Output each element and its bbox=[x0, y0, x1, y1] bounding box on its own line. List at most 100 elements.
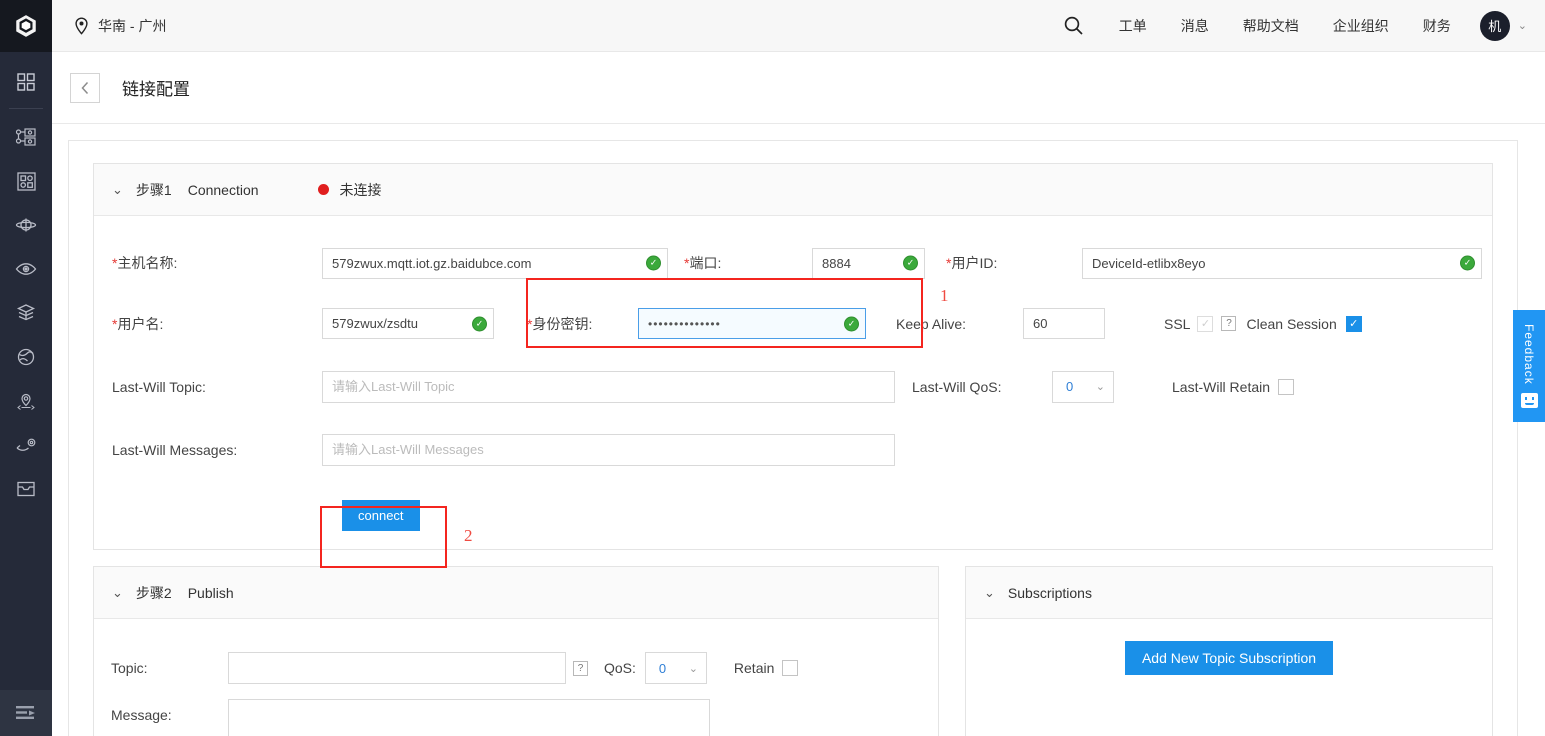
search-button[interactable] bbox=[1045, 15, 1102, 36]
sidebar-item-visibility[interactable] bbox=[0, 247, 52, 291]
step2-panel: ⌄ 步骤2 Publish Topic: ? QoS: 0 ⌄ Retain M… bbox=[93, 566, 939, 736]
step2-body: Topic: ? QoS: 0 ⌄ Retain Message: bbox=[94, 619, 938, 736]
sidebar-item-dashboard[interactable] bbox=[0, 60, 52, 104]
step1-body: *主机名称: ✓ *端口: ✓ *用户ID: bbox=[94, 216, 1492, 568]
lastwill-qos-label: Last-Will QoS: bbox=[912, 378, 1002, 395]
global-saturn-icon bbox=[15, 218, 37, 232]
avatar: 机 bbox=[1479, 10, 1510, 41]
feedback-label: Feedback bbox=[1522, 324, 1536, 385]
step1-header[interactable]: ⌄ 步骤1 Connection 未连接 bbox=[94, 164, 1492, 216]
nav-item-tickets[interactable]: 工单 bbox=[1102, 0, 1164, 52]
nav-item-finance[interactable]: 财务 bbox=[1406, 0, 1468, 52]
grid-dashboard-icon bbox=[17, 73, 35, 91]
chevron-down-icon: ⌄ bbox=[112, 584, 123, 600]
lastwill-topic-label: Last-Will Topic: bbox=[112, 378, 206, 395]
lastwill-messages-label: Last-Will Messages: bbox=[112, 441, 238, 458]
smiley-face-icon bbox=[1520, 392, 1538, 408]
ssl-label: SSL bbox=[1164, 315, 1191, 332]
check-circle-icon: ✓ bbox=[646, 255, 661, 271]
userid-input[interactable] bbox=[1082, 247, 1482, 279]
lastwill-messages-input[interactable] bbox=[322, 433, 895, 466]
sidebar-item-database[interactable] bbox=[0, 291, 52, 335]
expand-menu-icon bbox=[16, 706, 35, 719]
page-title: 链接配置 bbox=[122, 80, 190, 99]
sidebar-item-global-saturn[interactable] bbox=[0, 203, 52, 247]
keepalive-input[interactable] bbox=[1023, 308, 1105, 339]
step2-header[interactable]: ⌄ 步骤2 Publish bbox=[94, 567, 938, 619]
add-topic-subscription-button[interactable]: Add New Topic Subscription bbox=[1124, 641, 1334, 675]
password-label: *身份密钥: bbox=[527, 315, 593, 332]
status-dot-icon bbox=[317, 184, 329, 195]
chevron-down-icon: ⌄ bbox=[984, 584, 995, 600]
publish-qos-select[interactable]: 0 ⌄ bbox=[644, 652, 707, 684]
publish-message-row: Message: bbox=[94, 699, 938, 736]
sidebar-item-qr-device[interactable] bbox=[0, 159, 52, 203]
lastwill-topic-input[interactable] bbox=[322, 370, 895, 403]
top-header-bar: 华南 - 广州 工单 消息 帮助文档 企业组织 财务 机 ⌄ bbox=[52, 0, 1545, 52]
app-logo[interactable] bbox=[0, 0, 52, 52]
sidebar-item-inbox[interactable] bbox=[0, 467, 52, 511]
publish-qos-label: QoS: bbox=[604, 660, 636, 676]
subscriptions-title: Subscriptions bbox=[1007, 584, 1092, 601]
check-circle-icon: ✓ bbox=[903, 255, 918, 271]
username-label: *用户名: bbox=[112, 315, 164, 332]
sidebar-item-globe[interactable] bbox=[0, 335, 52, 379]
publish-message-textarea[interactable] bbox=[228, 699, 710, 736]
step1-name: Connection bbox=[187, 181, 259, 198]
form-row-4: Last-Will Messages: bbox=[94, 418, 1492, 481]
publish-topic-help-icon[interactable]: ? bbox=[573, 660, 588, 676]
ssl-checkbox[interactable]: ✓ bbox=[1197, 315, 1214, 332]
subscriptions-header[interactable]: ⌄ Subscriptions bbox=[966, 567, 1492, 619]
chevron-left-icon bbox=[81, 81, 89, 94]
clean-session-checkbox[interactable]: ✓ bbox=[1345, 315, 1362, 332]
region-selector[interactable]: 华南 - 广州 bbox=[74, 16, 166, 36]
top-nav: 工单 消息 帮助文档 企业组织 财务 机 ⌄ bbox=[1045, 0, 1545, 52]
nav-item-help-docs[interactable]: 帮助文档 bbox=[1226, 0, 1316, 52]
publish-qos-value: 0 bbox=[658, 660, 667, 676]
publish-topic-input[interactable] bbox=[228, 652, 566, 684]
publish-retain-checkbox[interactable] bbox=[782, 660, 799, 676]
username-field-wrap: ✓ bbox=[322, 308, 494, 339]
host-label: *主机名称: bbox=[112, 255, 178, 271]
publish-message-label: Message: bbox=[111, 707, 172, 723]
back-button[interactable] bbox=[70, 72, 100, 103]
step1-panel: ⌄ 步骤1 Connection 未连接 *主机名称: ✓ bbox=[93, 163, 1493, 568]
qr-device-icon bbox=[16, 171, 36, 191]
lastwill-retain-label: Last-Will Retain bbox=[1172, 378, 1271, 395]
inbox-archive-icon bbox=[17, 481, 35, 497]
userid-field-wrap: ✓ bbox=[1082, 247, 1482, 279]
lastwill-retain-group: Last-Will Retain bbox=[1172, 378, 1295, 395]
ssl-help-icon[interactable]: ? bbox=[1221, 316, 1237, 331]
subscriptions-body: Add New Topic Subscription bbox=[966, 619, 1492, 697]
sidebar-collapse-toggle[interactable] bbox=[0, 690, 52, 736]
password-input[interactable] bbox=[638, 308, 866, 339]
nav-item-organization[interactable]: 企业组织 bbox=[1316, 0, 1406, 52]
step2-name: Publish bbox=[187, 584, 234, 601]
port-field-wrap: ✓ bbox=[812, 247, 925, 279]
sidebar-item-location-tracking[interactable] bbox=[0, 379, 52, 423]
user-menu[interactable]: 机 ⌄ bbox=[1479, 10, 1527, 41]
publish-topic-label: Topic: bbox=[111, 660, 148, 676]
bottom-panels: ⌄ 步骤2 Publish Topic: ? QoS: 0 ⌄ Retain M… bbox=[93, 566, 1493, 736]
annotation-number-2: 2 bbox=[464, 526, 473, 545]
database-stack-icon bbox=[16, 304, 36, 321]
sidebar-item-device-network[interactable] bbox=[0, 115, 52, 159]
nav-item-messages[interactable]: 消息 bbox=[1164, 0, 1226, 52]
keepalive-field-wrap bbox=[1023, 308, 1105, 339]
lastwill-retain-checkbox[interactable] bbox=[1278, 378, 1295, 395]
content-card: ⌄ 步骤1 Connection 未连接 *主机名称: ✓ bbox=[68, 140, 1518, 736]
eye-visibility-icon bbox=[15, 263, 37, 275]
keepalive-label: Keep Alive: bbox=[896, 315, 967, 332]
sidebar-item-rule-engine[interactable] bbox=[0, 423, 52, 467]
publish-topic-row: Topic: ? QoS: 0 ⌄ Retain bbox=[94, 637, 938, 699]
host-input[interactable] bbox=[322, 247, 668, 279]
username-input[interactable] bbox=[322, 308, 494, 339]
connect-button[interactable]: connect bbox=[342, 499, 420, 531]
port-label: *端口: bbox=[684, 255, 722, 271]
chevron-down-icon: ⌄ bbox=[112, 181, 123, 197]
check-circle-icon: ✓ bbox=[472, 316, 487, 331]
feedback-tab[interactable]: Feedback bbox=[1513, 310, 1545, 422]
cube-logo-icon bbox=[16, 15, 36, 37]
password-field-wrap: ✓ bbox=[638, 308, 866, 339]
lastwill-qos-select[interactable]: 0 ⌄ bbox=[1052, 370, 1114, 403]
